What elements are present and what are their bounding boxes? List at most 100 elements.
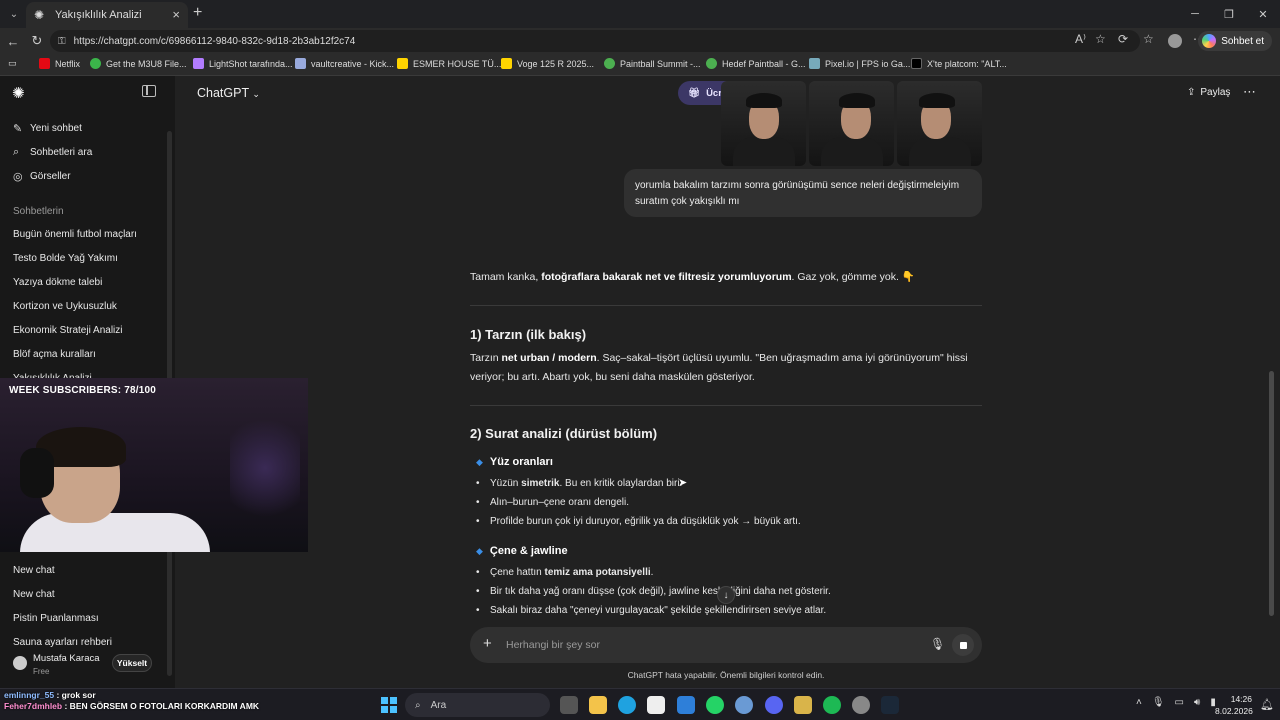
clock[interactable]: 14:26 8.02.2026 bbox=[1215, 693, 1253, 717]
bookmarks-menu-icon[interactable]: ▭ bbox=[8, 58, 17, 69]
new-chat-button[interactable]: ✎ Yeni sohbet bbox=[13, 122, 82, 135]
section-heading: 1) Tarzın (ilk bakış) bbox=[470, 327, 587, 342]
bookmark-item[interactable]: LightShot tarafında... bbox=[193, 58, 293, 69]
browser-tab-bar: ⌄ ✺ Yakışıklılık Analizi × + ─ ❐ ✕ bbox=[0, 0, 1280, 28]
sidebar-chat-item[interactable]: Sauna ayarları rehberi bbox=[13, 637, 112, 647]
prompt-input[interactable]: Herhangi bir şey sor bbox=[506, 639, 600, 651]
uploaded-photo[interactable] bbox=[897, 81, 982, 166]
sidebar-chat-item[interactable]: Kortizon ve Uykusuzluk bbox=[13, 301, 117, 312]
store-icon[interactable] bbox=[647, 696, 665, 714]
search-chats-button[interactable]: ⌕ Sohbetleri ara bbox=[13, 146, 92, 159]
new-chat-label: Yeni sohbet bbox=[30, 123, 82, 134]
discord-icon[interactable] bbox=[765, 696, 783, 714]
images-button[interactable]: ◎ Görseller bbox=[13, 170, 71, 183]
mail-icon[interactable] bbox=[677, 696, 695, 714]
task-view-icon[interactable] bbox=[560, 696, 578, 714]
main-scrollbar[interactable] bbox=[1268, 76, 1276, 688]
list-item: • Yüzün simetrik. Bu en kritik olaylardan… bbox=[476, 478, 683, 489]
tab-list-icon[interactable]: ⌄ bbox=[5, 5, 23, 23]
voge-icon bbox=[501, 58, 512, 69]
sidebar-chat-item[interactable]: Bugün önemli futbol maçları bbox=[13, 229, 137, 240]
network-icon[interactable]: ▭ bbox=[1175, 697, 1184, 708]
sidebar-chat-item[interactable]: Yazıya dökme talebi bbox=[13, 277, 102, 288]
bookmark-item[interactable]: ESMER HOUSE TÜ... bbox=[397, 58, 501, 69]
maximize-icon[interactable]: ❐ bbox=[1212, 0, 1246, 28]
browser-tab[interactable]: ✺ Yakışıklılık Analizi × bbox=[26, 2, 188, 28]
collections-icon[interactable]: ☆ bbox=[1143, 32, 1154, 46]
user-plan: Free bbox=[33, 667, 50, 676]
sidebar-chat-item[interactable]: Blöf açma kuralları bbox=[13, 349, 96, 360]
site-info-icon[interactable]: ⚿ bbox=[58, 36, 66, 47]
bookmark-item[interactable]: Voge 125 R 2025... bbox=[501, 58, 594, 69]
minimize-icon[interactable]: ─ bbox=[1178, 0, 1212, 28]
upgrade-button[interactable]: Yükselt bbox=[112, 654, 152, 672]
subheading: ◆ Yüz oranları bbox=[476, 456, 553, 468]
search-icon: ⌕ bbox=[415, 699, 421, 711]
close-tab-icon[interactable]: × bbox=[172, 7, 180, 22]
back-icon[interactable]: ← bbox=[4, 32, 22, 50]
diamond-bullet-icon: ◆ bbox=[476, 545, 483, 556]
edge-icon[interactable] bbox=[618, 696, 636, 714]
message-composer[interactable]: + Herhangi bir şey sor 🎙︎ bbox=[470, 627, 982, 663]
close-window-icon[interactable]: ✕ bbox=[1246, 0, 1280, 28]
stop-generating-button[interactable] bbox=[952, 634, 974, 656]
images-label: Görseller bbox=[30, 171, 71, 182]
user-account-row[interactable]: Mustafa Karaca Free Yükselt bbox=[0, 648, 175, 682]
app-icon[interactable] bbox=[852, 696, 870, 714]
uploaded-photo[interactable] bbox=[809, 81, 894, 166]
openai-logo-icon[interactable]: ✺ bbox=[12, 84, 25, 102]
microphone-icon[interactable]: 🎙︎ bbox=[1152, 697, 1165, 708]
favorite-star-icon[interactable]: ☆ bbox=[1095, 32, 1106, 46]
steam-icon[interactable] bbox=[881, 696, 899, 714]
file-explorer-icon[interactable] bbox=[589, 696, 607, 714]
sidebar-chat-item[interactable]: New chat bbox=[13, 565, 55, 576]
game-icon[interactable] bbox=[794, 696, 812, 714]
spotify-icon[interactable] bbox=[823, 696, 841, 714]
bookmarks-bar: ▭ Netflix Get the M3U8 File... LightShot… bbox=[0, 54, 1280, 76]
webcam-overlay: WEEK SUBSCRIBERS: 78/100 bbox=[0, 378, 308, 552]
bookmark-item[interactable]: vaultcreative - Kick... bbox=[295, 58, 394, 69]
taskbar-search[interactable]: ⌕ Ara bbox=[405, 693, 550, 717]
list-item: • Sakalı biraz daha "çeneyi vurgulayacak"… bbox=[476, 605, 827, 616]
share-button[interactable]: ⇪ Paylaş bbox=[1187, 87, 1230, 98]
profile-avatar-icon[interactable] bbox=[1168, 34, 1182, 48]
extensions-icon[interactable]: ⟳ bbox=[1118, 32, 1128, 46]
microphone-icon[interactable]: 🎙︎ bbox=[930, 637, 945, 651]
bookmark-item[interactable]: Paintball Summit -... bbox=[604, 58, 701, 69]
reload-icon[interactable]: ↻ bbox=[28, 32, 46, 50]
sidebar-chat-item[interactable]: Pistin Puanlanması bbox=[13, 613, 99, 624]
sidebar-chat-item[interactable]: Testo Bolde Yağ Yakımı bbox=[13, 253, 118, 264]
sidebar-chat-item[interactable]: New chat bbox=[13, 589, 55, 600]
system-tray: ˄ 🎙︎ ▭ 🔊︎ ▮ bbox=[1136, 697, 1216, 708]
bookmark-item[interactable]: Hedef Paintball - G... bbox=[706, 58, 806, 69]
user-name: Mustafa Karaca bbox=[33, 653, 100, 664]
windows-start-icon[interactable] bbox=[381, 697, 397, 713]
lightshot-icon bbox=[193, 58, 204, 69]
copilot-chat-button[interactable]: Sohbet et bbox=[1198, 31, 1272, 51]
bookmark-item[interactable]: Netflix bbox=[39, 58, 80, 69]
address-row: ← ↻ ⚿ https://chatgpt.com/c/69866112-984… bbox=[0, 28, 1280, 54]
more-options-icon[interactable]: ⋯ bbox=[1243, 84, 1256, 100]
volume-icon[interactable]: 🔊︎ bbox=[1194, 697, 1200, 708]
read-aloud-icon[interactable]: A⁾ bbox=[1075, 32, 1086, 46]
bookmark-label: X'te platcom: "ALT... bbox=[927, 58, 1007, 69]
bookmark-item[interactable]: Pixel.io | FPS io Ga... bbox=[809, 58, 910, 69]
chat-message: : BEN GÖRSEM O FOTOLARI KORKARDIM AMK bbox=[64, 701, 260, 711]
bookmark-item[interactable]: X'te platcom: "ALT... bbox=[911, 58, 1007, 69]
chatgpt-favicon-icon: ✺ bbox=[34, 7, 45, 22]
bookmark-item[interactable]: Get the M3U8 File... bbox=[90, 58, 187, 69]
sidebar-toggle-icon[interactable] bbox=[142, 85, 156, 97]
attach-plus-icon[interactable]: + bbox=[483, 635, 492, 652]
sidebar-chat-item[interactable]: Ekonomik Strateji Analizi bbox=[13, 325, 123, 336]
chevron-up-icon[interactable]: ˄ bbox=[1136, 697, 1142, 708]
scroll-to-bottom-button[interactable]: ↓ bbox=[717, 586, 735, 604]
new-tab-icon[interactable]: + bbox=[193, 4, 202, 22]
app-icon[interactable] bbox=[735, 696, 753, 714]
uploaded-photo[interactable] bbox=[721, 81, 806, 166]
address-bar[interactable]: ⚿ https://chatgpt.com/c/69866112-9840-83… bbox=[50, 30, 1140, 52]
notification-icon[interactable]: 🔔︎ bbox=[1260, 698, 1274, 711]
whatsapp-icon[interactable] bbox=[706, 696, 724, 714]
subscriber-goal-text: WEEK SUBSCRIBERS: 78/100 bbox=[9, 385, 157, 396]
maps-pin-icon bbox=[604, 58, 615, 69]
model-selector[interactable]: ChatGPT ⌄ bbox=[197, 86, 260, 100]
